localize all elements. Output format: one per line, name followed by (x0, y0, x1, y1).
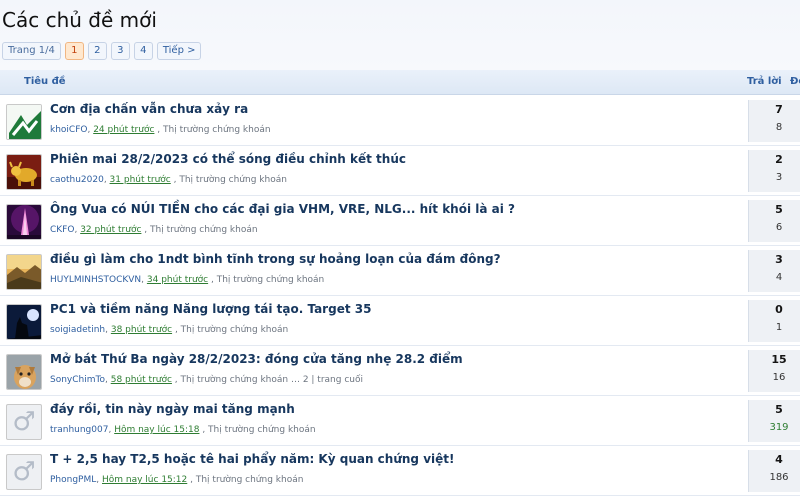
thread-time-link[interactable]: 24 phút trước (93, 125, 154, 135)
page-count-label: Trang 1/4 (2, 42, 61, 60)
thread-row: PC1 và tiềm năng Năng lượng tái tạo. Tar… (0, 296, 800, 346)
dog-avatar[interactable] (6, 354, 42, 390)
thread-time-link[interactable]: 38 phút trước (111, 325, 172, 335)
default-male-avatar-icon[interactable]: ♂ (6, 404, 42, 440)
thread-forum-link[interactable]: Thị trường chứng khoán (196, 475, 304, 485)
thread-meta: CKFO, 32 phút trước , Thị trường chứng k… (50, 225, 258, 235)
thread-time-link[interactable]: 58 phút trước (111, 375, 172, 385)
thread-row: Ông Vua có NÚI TIỀN cho các đại gia VHM,… (0, 196, 800, 246)
thread-meta: khoiCFO, 24 phút trước , Thị trường chứn… (50, 125, 271, 135)
thread-stats: 5 6 (748, 200, 800, 242)
bull-avatar[interactable] (6, 154, 42, 190)
reply-count: 5 (775, 403, 783, 416)
thread-title-link[interactable]: Ông Vua có NÚI TIỀN cho các đại gia VHM,… (50, 202, 515, 216)
pagination: Trang 1/4 1 2 3 4 Tiếp > (2, 42, 202, 60)
thread-row: Mở bát Thứ Ba ngày 28/2/2023: đóng cửa t… (0, 346, 800, 396)
column-title-header[interactable]: Tiêu đề (24, 76, 66, 87)
thread-title-link[interactable]: Phiên mai 28/2/2023 có thể sóng điều chỉ… (50, 152, 406, 166)
thread-title-link[interactable]: Mở bát Thứ Ba ngày 28/2/2023: đóng cửa t… (50, 352, 463, 366)
thread-author-link[interactable]: SonyChimTo (50, 375, 105, 385)
thread-meta: HUYLMINHSTOCKVN, 34 phút trước , Thị trư… (50, 275, 325, 285)
thread-forum-link[interactable]: Thị trường chứng khoán (150, 225, 258, 235)
thread-forum-link[interactable]: Thị trường chứng khoán (217, 275, 325, 285)
page-link-2[interactable]: 2 (87, 42, 107, 60)
thread-meta: SonyChimTo, 58 phút trước , Thị trường c… (50, 375, 363, 385)
thread-row: ♂ đáy rồi, tin này ngày mai tăng mạnh tr… (0, 396, 800, 446)
thread-title-link[interactable]: T + 2,5 hay T2,5 hoặc tê hai phẩy năm: K… (50, 452, 454, 466)
thread-author-link[interactable]: khoiCFO (50, 125, 87, 135)
thread-stats: 0 1 (748, 300, 800, 342)
reply-count: 15 (771, 353, 787, 366)
thread-row: ♂ T + 2,5 hay T2,5 hoặc tê hai phẩy năm:… (0, 446, 800, 496)
next-page-link[interactable]: Tiếp > (156, 42, 202, 60)
column-views-header[interactable]: Đọc (790, 76, 800, 87)
view-count: 16 (772, 372, 786, 383)
thread-title-link[interactable]: đáy rồi, tin này ngày mai tăng mạnh (50, 402, 295, 416)
thread-stats: 3 4 (748, 250, 800, 292)
thread-forum-link[interactable]: Thị trường chứng khoán (179, 175, 287, 185)
thread-time-link[interactable]: Hôm nay lúc 15:18 (114, 425, 199, 435)
thread-meta: soigiadetinh, 38 phút trước , Thị trường… (50, 325, 289, 335)
reply-count: 2 (775, 153, 783, 166)
thread-author-link[interactable]: soigiadetinh (50, 325, 105, 335)
thread-author-link[interactable]: HUYLMINHSTOCKVN (50, 275, 141, 285)
thread-author-link[interactable]: CKFO (50, 225, 74, 235)
thread-stats: 5 319 (748, 400, 800, 442)
reply-count: 7 (775, 103, 783, 116)
thread-list-header: Tiêu đề Trả lời Đọc (0, 70, 800, 95)
thread-stats: 7 8 (748, 100, 800, 142)
thread-forum-link[interactable]: Thị trường chứng khoán (181, 325, 289, 335)
thread-row: điều gì làm cho 1ndt bình tĩnh trong sự … (0, 246, 800, 296)
thread-forum-link[interactable]: Thị trường chứng khoán (208, 425, 316, 435)
default-male-avatar-icon[interactable]: ♂ (6, 454, 42, 490)
page-link-4[interactable]: 4 (133, 42, 153, 60)
thread-time-link[interactable]: 32 phút trước (80, 225, 141, 235)
thread-row: Cơn địa chấn vẫn chưa xảy ra khoiCFO, 24… (0, 96, 800, 146)
column-replies-header[interactable]: Trả lời (747, 76, 782, 87)
thread-meta: PhongPML, Hôm nay lúc 15:12 , Thị trường… (50, 475, 304, 485)
thread-forum-link[interactable]: Thị trường chứng khoán (163, 125, 271, 135)
page-link-3[interactable]: 3 (110, 42, 130, 60)
reply-count: 5 (775, 203, 783, 216)
thread-meta: caothu2020, 31 phút trước , Thị trường c… (50, 175, 287, 185)
page-link-1[interactable]: 1 (64, 42, 84, 60)
page-title: Các chủ đề mới (2, 8, 157, 32)
thread-time-link[interactable]: 34 phút trước (147, 275, 208, 285)
view-count: 6 (775, 222, 783, 233)
reply-count: 0 (775, 303, 783, 316)
view-count: 186 (769, 472, 789, 483)
view-count: 4 (775, 272, 783, 283)
green-logo-avatar[interactable] (6, 104, 42, 140)
thread-stats: 4 186 (748, 450, 800, 492)
wolf-avatar[interactable] (6, 304, 42, 340)
thread-forum-link[interactable]: Thị trường chứng khoán (181, 375, 289, 385)
thread-time-link[interactable]: 31 phút trước (110, 175, 171, 185)
thread-meta: tranhung007, Hôm nay lúc 15:18 , Thị trư… (50, 425, 316, 435)
thread-page-links[interactable]: … 2 | trang cuối (291, 375, 363, 385)
thread-author-link[interactable]: tranhung007 (50, 425, 108, 435)
view-count: 3 (775, 172, 783, 183)
reply-count: 4 (775, 453, 783, 466)
thread-stats: 2 3 (748, 150, 800, 192)
tower-avatar[interactable] (6, 204, 42, 240)
thread-stats: 15 16 (748, 350, 800, 392)
view-count: 8 (775, 122, 783, 133)
thread-time-link[interactable]: Hôm nay lúc 15:12 (102, 475, 187, 485)
thread-author-link[interactable]: caothu2020 (50, 175, 104, 185)
thread-title-link[interactable]: PC1 và tiềm năng Năng lượng tái tạo. Tar… (50, 302, 371, 316)
thread-author-link[interactable]: PhongPML (50, 475, 96, 485)
landscape-avatar[interactable] (6, 254, 42, 290)
view-count: 1 (775, 322, 783, 333)
view-count: 319 (769, 422, 789, 433)
thread-row: Phiên mai 28/2/2023 có thể sóng điều chỉ… (0, 146, 800, 196)
thread-title-link[interactable]: điều gì làm cho 1ndt bình tĩnh trong sự … (50, 252, 501, 266)
thread-title-link[interactable]: Cơn địa chấn vẫn chưa xảy ra (50, 102, 248, 116)
reply-count: 3 (775, 253, 783, 266)
